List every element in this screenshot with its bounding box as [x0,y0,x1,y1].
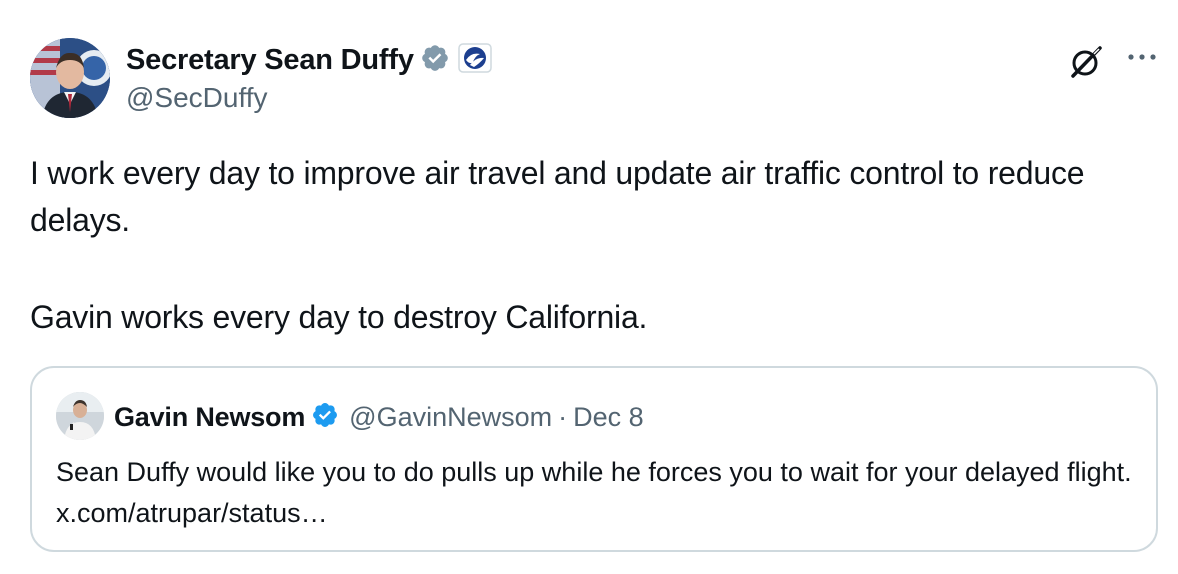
quoted-header: Gavin Newsom @GavinNewsom · Dec 8 [114,398,644,436]
tweet-text-paragraph-2: Gavin works every day to destroy Califor… [30,299,648,335]
tweet: Secretary Sean Duffy @SecDuffy I work ev… [0,0,1178,574]
quoted-handle[interactable]: @GavinNewsom [349,402,552,433]
verified-badge-blue-icon[interactable] [311,401,339,434]
grok-icon[interactable] [1066,42,1106,82]
quoted-date[interactable]: Dec 8 [573,402,644,433]
author-avatar[interactable] [30,38,110,118]
quoted-author-avatar-image [56,392,104,440]
quoted-author-avatar[interactable] [56,392,104,440]
author-display-name[interactable]: Secretary Sean Duffy [126,44,414,77]
tweet-text: I work every day to improve air travel a… [30,150,1130,341]
author-handle[interactable]: @SecDuffy [126,82,268,114]
quoted-display-name[interactable]: Gavin Newsom [114,402,305,433]
quoted-text: Sean Duffy would like you to do pulls up… [56,457,1132,528]
tweet-text-paragraph-1: I work every day to improve air travel a… [30,155,1085,238]
more-horizontal-icon[interactable] [1124,42,1164,72]
quoted-separator: · [558,401,568,432]
dot-logo-icon[interactable] [458,42,492,78]
quoted-tweet[interactable]: Gavin Newsom @GavinNewsom · Dec 8 Sean D… [30,366,1158,552]
author-avatar-image [30,38,110,118]
verified-badge-icon[interactable] [420,43,450,78]
author-name-row: Secretary Sean Duffy [126,40,492,80]
